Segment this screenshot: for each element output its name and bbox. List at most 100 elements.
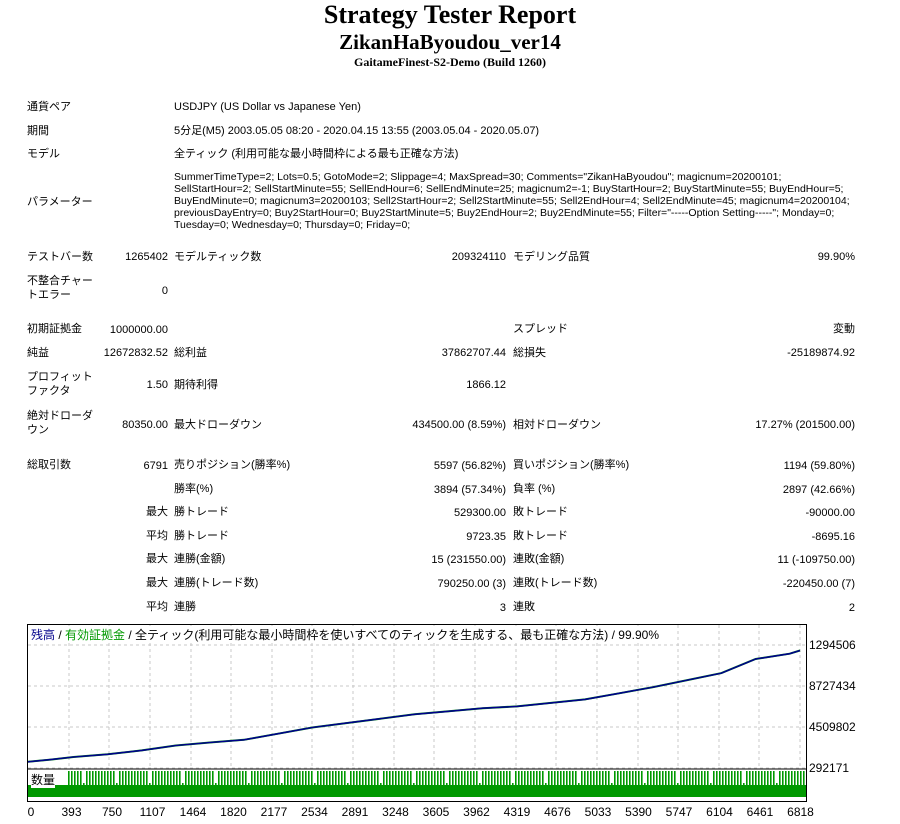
x-tick: 2177 xyxy=(260,805,288,819)
avg-loss-label: 敗トレード xyxy=(513,530,568,542)
win-rate-value: 3894 (57.34%) xyxy=(433,484,506,496)
ea-name: ZikanHaByoudou_ver14 xyxy=(339,30,561,54)
period-label: 期間 xyxy=(27,125,49,137)
max-consec-losses-trades-label: 連敗(トレード数) xyxy=(513,577,598,589)
bars-value: 1265402 xyxy=(125,251,168,263)
avg-loss-value: -8695.16 xyxy=(811,531,855,543)
net-value: 12672832.52 xyxy=(103,347,168,359)
x-tick: 4676 xyxy=(544,805,571,819)
largest-loss-label: 敗トレード xyxy=(513,506,568,518)
rel-dd-label: 相対ドローダウン xyxy=(513,419,601,431)
pf-label: プロフィットファクタ xyxy=(27,371,93,397)
x-tick: 4319 xyxy=(503,805,531,819)
x-tick: 5033 xyxy=(584,805,612,819)
period-value: 5分足(M5) 2003.05.05 08:20 - 2020.04.15 13… xyxy=(174,125,540,137)
gross-loss-value: -25189874.92 xyxy=(787,347,855,359)
x-tick: 3962 xyxy=(463,805,490,819)
max-dd-value: 434500.00 (8.59%) xyxy=(412,419,506,431)
avg-win-label: 勝トレード xyxy=(174,530,229,542)
model-value: 全ティック (利用可能な最小時間枠による最も正確な方法) xyxy=(174,148,459,160)
volume-base xyxy=(28,785,806,797)
x-tick: 5747 xyxy=(665,805,693,819)
x-tick: 1464 xyxy=(179,805,207,819)
largest-loss-value: -90000.00 xyxy=(805,507,855,519)
spread-value: 変動 xyxy=(833,323,855,335)
total-trades-label: 総取引数 xyxy=(27,459,71,471)
loss-rate-label: 負率 (%) xyxy=(513,483,556,495)
deposit-value: 1000000.00 xyxy=(109,324,168,336)
net-label: 純益 xyxy=(27,347,49,359)
avg-consec-wins-label: 連勝 xyxy=(174,601,196,613)
short-value: 5597 (56.82%) xyxy=(433,460,506,472)
deposit-label: 初期証拠金 xyxy=(27,323,82,335)
avg-consec-losses-label: 連敗 xyxy=(513,601,535,613)
max-consec-wins-trades-value: 790250.00 (3) xyxy=(437,578,507,590)
gross-profit-label: 総利益 xyxy=(174,347,207,359)
x-tick: 750 xyxy=(101,805,123,819)
y-tick: 1294506 xyxy=(809,638,856,652)
pair-label: 通貨ペア xyxy=(27,101,71,113)
balance-chart xyxy=(27,624,807,802)
abs-dd-label: 絶対ドローダウン xyxy=(27,410,93,436)
x-tick: 1820 xyxy=(220,805,247,819)
max-consec-losses-trades-value: -220450.00 (7) xyxy=(782,578,855,590)
legend-equity: 有効証拠金 xyxy=(65,628,126,642)
report-title: Strategy Tester Report xyxy=(323,0,577,29)
pf-value: 1.50 xyxy=(146,379,168,391)
chart-canvas xyxy=(28,625,806,797)
volume-bars xyxy=(28,771,806,797)
params-label: パラメーター xyxy=(27,196,93,208)
y-tick: 292171 xyxy=(809,761,850,775)
long-label: 買いポジション(勝率%) xyxy=(513,459,630,471)
abs-dd-value: 80350.00 xyxy=(122,419,168,431)
max-consec-losses-amt-value: 11 (-109750.00) xyxy=(777,554,855,566)
legend-balance: 残高 xyxy=(31,628,56,642)
x-tick: 2534 xyxy=(301,805,328,819)
short-label: 売りポジション(勝率%) xyxy=(174,459,291,471)
gross-loss-label: 総損失 xyxy=(513,347,546,359)
y-tick: 8727434 xyxy=(809,679,856,693)
bars-label: テストバー数 xyxy=(27,251,93,263)
total-trades-value: 6791 xyxy=(143,460,168,472)
x-tick: 3605 xyxy=(422,805,450,819)
max-consec-losses-amt-label: 連敗(金額) xyxy=(513,553,565,565)
x-tick: 5390 xyxy=(625,805,652,819)
avg-word: 平均 xyxy=(146,601,168,613)
quality-value: 99.90% xyxy=(817,251,855,263)
max-consec-wins-amt-label: 連勝(金額) xyxy=(174,553,226,565)
x-tick: 0 xyxy=(27,805,35,819)
x-tick: 393 xyxy=(61,805,82,819)
quality-label: モデリング品質 xyxy=(513,251,590,263)
max-consec-wins-trades-label: 連勝(トレード数) xyxy=(174,577,259,589)
params-value: SummerTimeType=2; Lots=0.5; GotoMode=2; … xyxy=(174,171,850,231)
spread-label: スプレッド xyxy=(513,323,568,335)
x-tick: 6818 xyxy=(787,805,814,819)
gross-profit-value: 37862707.44 xyxy=(441,347,506,359)
loss-rate-value: 2897 (42.66%) xyxy=(782,484,855,496)
legend-model: / 全ティック(利用可能な最小時間枠を使いすべてのティックを生成する、最も正確な… xyxy=(125,628,659,642)
x-tick: 2891 xyxy=(341,805,369,819)
avg-consec-losses-value: 2 xyxy=(848,602,855,614)
rel-dd-value: 17.27% (201500.00) xyxy=(755,419,855,431)
server-build: GaitameFinest-S2-Demo (Build 1260) xyxy=(354,55,546,69)
max-word: 最大 xyxy=(146,553,168,565)
mismatch-label: 不整合チャートエラー xyxy=(27,275,93,301)
y-tick: 4509802 xyxy=(809,720,856,734)
max-word: 最大 xyxy=(146,577,168,589)
win-rate-label: 勝率(%) xyxy=(174,483,214,495)
x-tick: 6461 xyxy=(746,805,774,819)
expected-label: 期待利得 xyxy=(174,379,218,391)
avg-word: 平均 xyxy=(146,530,168,542)
max-consec-wins-amt-value: 15 (231550.00) xyxy=(431,554,506,566)
legend-sep: / xyxy=(55,628,66,642)
x-tick: 3248 xyxy=(382,805,409,819)
mismatch-value: 0 xyxy=(161,285,168,297)
equity-line xyxy=(28,649,801,763)
avg-consec-wins-value: 3 xyxy=(499,602,506,614)
chart-legend: 残高 / 有効証拠金 / 全ティック(利用可能な最小時間枠を使いすべてのティック… xyxy=(31,626,659,643)
volume-label: 数量 xyxy=(31,771,56,788)
largest-win-value: 529300.00 xyxy=(454,507,506,519)
max-word: 最大 xyxy=(146,506,168,518)
max-dd-label: 最大ドローダウン xyxy=(174,419,262,431)
ticks-label: モデルティック数 xyxy=(174,251,262,263)
